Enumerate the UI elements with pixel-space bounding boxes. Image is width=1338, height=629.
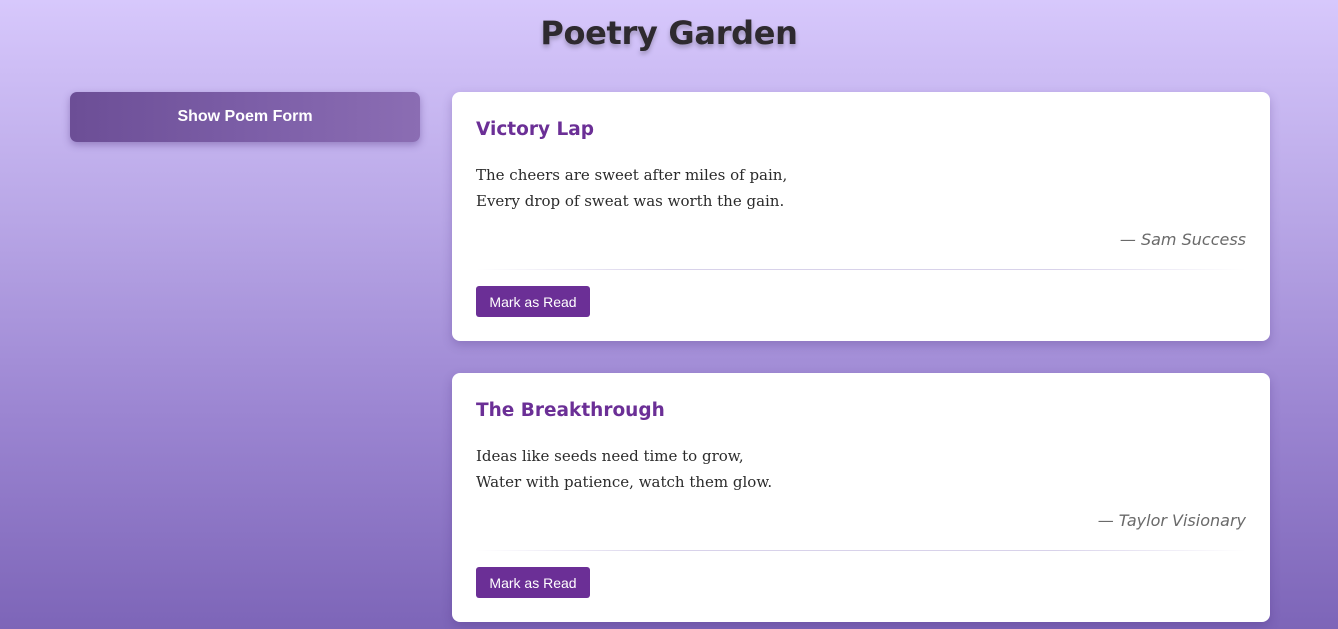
mark-as-read-button[interactable]: Mark as Read [476, 567, 590, 598]
show-poem-form-button[interactable]: Show Poem Form [70, 92, 420, 142]
poem-line: Ideas like seeds need time to grow, [476, 447, 744, 465]
mark-as-read-button[interactable]: Mark as Read [476, 286, 590, 317]
poem-body: Ideas like seeds need time to grow, Wate… [476, 443, 772, 495]
poem-title: The Breakthrough [476, 400, 665, 421]
poem-line: Water with patience, watch them glow. [476, 473, 773, 491]
poem-title: Victory Lap [476, 119, 594, 140]
card-divider [476, 269, 1246, 270]
poem-card: Victory Lap The cheers are sweet after m… [452, 92, 1270, 341]
poem-author: — Sam Success [1119, 230, 1246, 249]
poem-line: Every drop of sweat was worth the gain. [476, 192, 785, 210]
poem-card: The Breakthrough Ideas like seeds need t… [452, 373, 1270, 622]
card-divider [476, 550, 1246, 551]
poem-line: The cheers are sweet after miles of pain… [476, 166, 788, 184]
page-title: Poetry Garden [540, 14, 798, 52]
poem-body: The cheers are sweet after miles of pain… [476, 162, 787, 214]
poem-author: — Taylor Visionary [1097, 511, 1246, 530]
